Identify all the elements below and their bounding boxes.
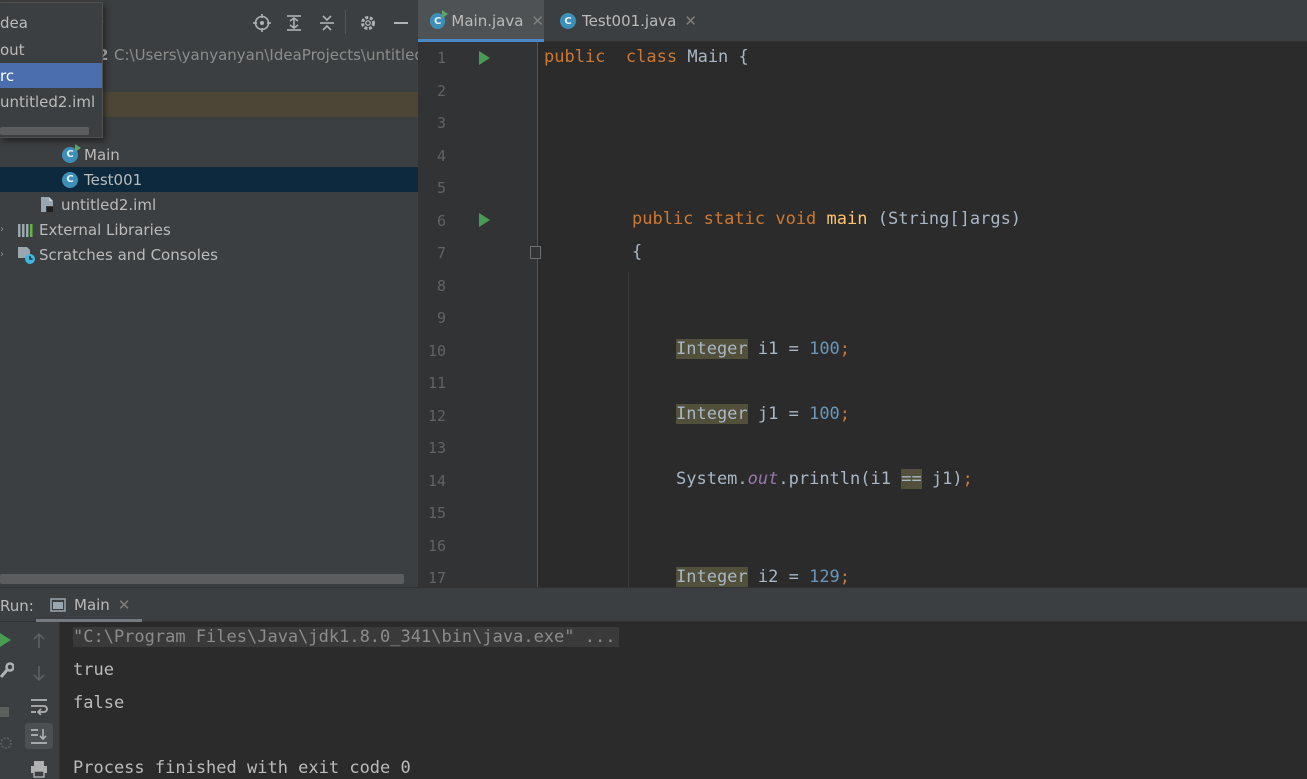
expand-chevron-icon[interactable]: › [0, 249, 4, 260]
popup-item-idea[interactable]: dea [0, 10, 102, 35]
run-side-toolbar [0, 622, 60, 779]
run-tab-label: Main [74, 596, 110, 614]
console-line: true [73, 660, 114, 680]
scroll-up-icon[interactable] [29, 632, 49, 650]
class-icon: C [560, 13, 576, 29]
line-number: 12 [427, 406, 446, 425]
line-number: 10 [427, 341, 446, 360]
wrench-icon[interactable] [0, 662, 14, 678]
line-number: 1 [436, 49, 446, 67]
line-number: 5 [436, 179, 446, 197]
code-editor: C Main.java ✕ C Test001.java ✕ 123456789… [418, 0, 1307, 587]
tree-item-main[interactable]: C Main [62, 142, 120, 167]
console-icon [50, 598, 66, 612]
code-line-12[interactable]: Integer j1 = 100; [676, 404, 850, 424]
line-number: 7 [436, 244, 446, 262]
expand-chevron-icon[interactable]: › [0, 224, 4, 235]
line-number: 2 [436, 81, 446, 100]
code-line-17[interactable]: Integer i2 = 129; [676, 567, 850, 587]
editor-tab-bar: C Main.java ✕ C Test001.java ✕ [418, 0, 1307, 42]
debug-bug-icon[interactable] [0, 734, 14, 752]
close-tab-icon[interactable]: ✕ [118, 596, 131, 614]
tree-item-label: Scratches and Consoles [39, 245, 218, 264]
line-number: 17 [427, 569, 446, 587]
stop-icon[interactable] [0, 706, 10, 718]
close-tab-icon[interactable]: ✕ [684, 12, 697, 30]
line-number: 11 [427, 374, 446, 392]
code-line-14[interactable]: System.out.println(i1 == j1); [676, 469, 973, 489]
line-number: 4 [436, 146, 446, 165]
console-output[interactable]: "C:\Program Files\Java\jdk1.8.0_341\bin\… [60, 622, 1307, 779]
tab-main-java[interactable]: C Main.java ✕ [418, 0, 544, 42]
line-number: 6 [436, 211, 446, 230]
locate-icon[interactable] [253, 14, 271, 32]
run-header: Run: Main ✕ [0, 588, 1307, 622]
tree-item-test001[interactable]: C Test001 [62, 167, 142, 192]
class-icon: C [430, 10, 449, 29]
run-label: Run: [0, 597, 34, 615]
close-tab-icon[interactable]: ✕ [531, 12, 544, 30]
tab-label: Test001.java [582, 12, 677, 30]
tree-item-label: Main [84, 145, 120, 164]
console-line-command: "C:\Program Files\Java\jdk1.8.0_341\bin\… [73, 627, 620, 647]
console-line: Process finished with exit code 0 [73, 758, 411, 778]
class-icon: C [62, 143, 81, 163]
collapse-all-icon[interactable] [318, 14, 336, 32]
indent-guide [628, 272, 629, 587]
popup-item-src[interactable]: rc [0, 63, 102, 88]
tree-item-label: untitled2.iml [61, 195, 157, 214]
tree-item-label: Test001 [84, 170, 143, 189]
line-number: 9 [436, 309, 446, 327]
line-number: 8 [436, 276, 446, 295]
scroll-down-icon[interactable] [29, 664, 49, 682]
horizontal-scrollbar[interactable] [0, 574, 404, 584]
line-number: 16 [427, 536, 446, 555]
run-gutter-icon[interactable] [479, 213, 490, 227]
run-tab-main[interactable]: Main ✕ [36, 588, 142, 622]
line-number: 15 [427, 504, 446, 522]
tree-item-external-libraries[interactable]: External Libraries [17, 217, 171, 242]
tab-label: Main.java [451, 12, 524, 30]
tree-item-scratches[interactable]: Scratches and Consoles [17, 242, 218, 267]
tab-test001-java[interactable]: C Test001.java ✕ [550, 0, 700, 42]
console-line: false [73, 693, 125, 713]
scratches-icon [17, 246, 35, 264]
libraries-icon [17, 222, 35, 238]
popup-scrollbar[interactable] [0, 127, 89, 135]
module-file-icon [40, 196, 54, 213]
fold-marker-icon[interactable] [530, 246, 541, 259]
line-number: 14 [427, 471, 446, 490]
gutter-divider [537, 42, 538, 587]
folder-popup-menu: dea out rc untitled2.iml [0, 2, 103, 138]
gear-icon[interactable] [359, 14, 377, 32]
tree-item-label: External Libraries [39, 220, 171, 239]
rerun-icon[interactable] [0, 632, 12, 648]
tree-item-untitled2-iml[interactable]: untitled2.iml [40, 192, 156, 217]
print-icon[interactable] [29, 760, 49, 778]
expand-all-icon[interactable] [285, 14, 303, 32]
scroll-to-end-icon[interactable] [25, 723, 53, 749]
toolbar-divider [345, 10, 346, 34]
code-line-1[interactable]: public class Main { [544, 47, 749, 67]
class-icon: C [62, 171, 78, 188]
line-number: 3 [436, 114, 446, 132]
popup-item-out[interactable]: out [0, 37, 102, 62]
hide-panel-icon[interactable] [392, 14, 410, 32]
run-tool-window: Run: Main ✕ "C:\Program Files\Java\jdk1.… [0, 587, 1307, 779]
line-number: 13 [427, 439, 446, 457]
code-line-10[interactable]: Integer i1 = 100; [676, 339, 850, 359]
soft-wrap-icon[interactable] [29, 697, 49, 715]
run-gutter-icon[interactable] [479, 51, 490, 65]
code-line-7[interactable]: { [632, 242, 642, 262]
popup-item-untitled2-iml[interactable]: untitled2.iml [0, 89, 102, 114]
project-root-path: C:\Users\yanyanyan\IdeaProjects\untitled… [114, 46, 418, 64]
code-line-6[interactable]: public static void main (String[]args) [632, 209, 1021, 229]
